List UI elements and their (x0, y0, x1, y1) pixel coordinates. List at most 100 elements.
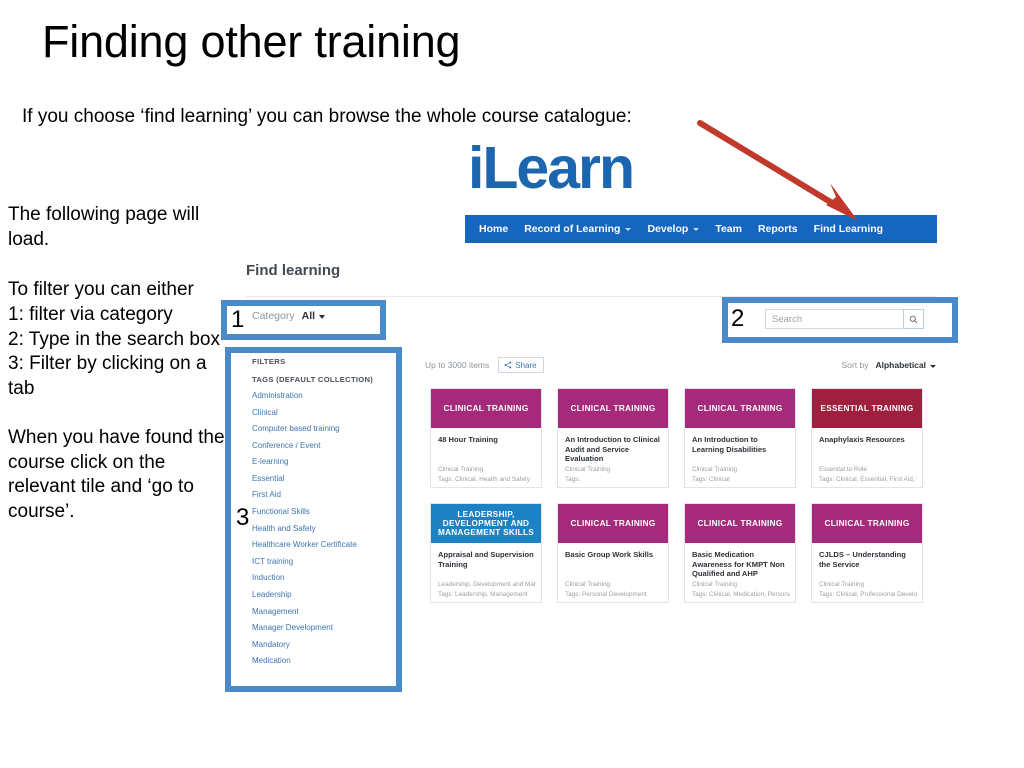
course-card[interactable]: CLINICAL TRAINING An Introduction to Lear… (684, 388, 796, 488)
course-card-tags: Tags: Clinical, Health and Safety (438, 476, 531, 483)
filter-tag[interactable]: Computer based training (252, 424, 397, 433)
course-card[interactable]: CLINICAL TRAINING Basic Group Work Skills… (557, 503, 669, 603)
course-card-banner: CLINICAL TRAINING (685, 389, 795, 428)
course-card-category: ESSENTIAL TRAINING (820, 403, 914, 413)
course-card[interactable]: ESSENTIAL TRAINING Anaphylaxis Resources E… (811, 388, 923, 488)
share-button[interactable]: Share (498, 357, 544, 373)
nav-item-label: Develop (647, 223, 689, 235)
intro-text: If you choose ‘find learning’ you can br… (22, 106, 632, 127)
instruction-line-6: When you have found the course click on … (8, 426, 225, 522)
filter-tag[interactable]: Management (252, 607, 397, 616)
filters-heading: FILTERS (252, 357, 286, 366)
chevron-down-icon (319, 315, 326, 319)
course-card-title: Basic Medication Awareness for KMPT Non … (692, 550, 785, 579)
sort-label: Sort by (841, 360, 869, 370)
nav-item-home[interactable]: Home (479, 223, 508, 235)
filter-tag[interactable]: Functional Skills (252, 507, 397, 516)
results-toolbar: Up to 3000 items Share Sort by Alphabeti… (425, 356, 936, 374)
nav-item-team[interactable]: Team (715, 223, 742, 235)
find-learning-heading: Find learning (246, 262, 341, 279)
course-card-title: 48 Hour Training (438, 435, 498, 444)
course-card-tags: Tags: Clinical, Professional Develop... (819, 591, 917, 598)
instruction-line-2: To filter you can either (8, 279, 194, 301)
ilearn-logo: iLearn (468, 135, 635, 201)
course-card-body: Basic Group Work Skills Clinical Training… (558, 543, 668, 602)
course-card-title: An Introduction to Clinical Audit and Se… (565, 435, 660, 464)
course-card-banner: LEADERSHIP, DEVELOPMENT AND MANAGEMENT S… (431, 504, 541, 543)
course-card-meta: Clinical Training (438, 466, 484, 473)
category-filter[interactable]: Category All (252, 310, 326, 322)
filter-tag[interactable]: Conference / Event (252, 441, 397, 450)
course-card[interactable]: CLINICAL TRAINING CJLDS – Understanding t… (811, 503, 923, 603)
category-value: All (301, 310, 316, 322)
course-card-grid: CLINICAL TRAINING 48 Hour Training Clinica… (430, 388, 940, 603)
callout-number-1: 1 (231, 306, 245, 333)
filter-tag[interactable]: Medication (252, 656, 397, 665)
filter-tag[interactable]: Essential (252, 474, 397, 483)
filter-tag[interactable]: Induction (252, 573, 397, 582)
filters-subheading: TAGS (DEFAULT COLLECTION) (252, 375, 374, 384)
filter-tag[interactable]: Administration (252, 391, 397, 400)
ilearn-navbar: Home Record of Learning Develop Team Rep… (465, 215, 937, 243)
search-input[interactable] (765, 309, 903, 329)
course-card-banner: CLINICAL TRAINING (812, 504, 922, 543)
nav-item-label: Home (479, 223, 509, 235)
course-card-meta: Clinical Training (565, 581, 611, 588)
course-card[interactable]: LEADERSHIP, DEVELOPMENT AND MANAGEMENT S… (430, 503, 542, 603)
course-card-tags: Tags: Clinical (692, 476, 730, 483)
instructions-column: The following page will load. To filter … (8, 203, 230, 525)
search-control (765, 309, 924, 329)
page-title: Finding other training (42, 16, 461, 67)
instruction-line-4: 2: Type in the search box (8, 328, 220, 350)
filter-tag[interactable]: Manager Development (252, 623, 397, 632)
course-card-banner: CLINICAL TRAINING (558, 389, 668, 428)
course-card-banner: CLINICAL TRAINING (431, 389, 541, 428)
course-card-banner: CLINICAL TRAINING (685, 504, 795, 543)
course-card-meta: Leadership, Development and Mana... (438, 581, 536, 588)
sort-control[interactable]: Sort by Alphabetical (842, 360, 936, 370)
course-card[interactable]: CLINICAL TRAINING An Introduction to Clin… (557, 388, 669, 488)
nav-item-label: Team (715, 223, 742, 235)
items-count: Up to 3000 items (425, 360, 490, 370)
chevron-down-icon (693, 227, 700, 231)
nav-item-find-learning[interactable]: Find Learning (814, 223, 883, 235)
filter-tag[interactable]: Mandatory (252, 640, 397, 649)
course-card-tags: Tags: (565, 476, 581, 483)
nav-item-label: Record of Learning (524, 223, 621, 235)
course-card-banner: CLINICAL TRAINING (558, 504, 668, 543)
instruction-line-3: 1: filter via category (8, 304, 173, 326)
course-card-meta: Clinical Training (692, 581, 738, 588)
course-card-body: An Introduction to Clinical Audit and Se… (558, 428, 668, 487)
course-card-title: CJLDS – Understanding the Service (819, 550, 906, 569)
nav-item-develop[interactable]: Develop (647, 223, 700, 235)
filter-tag[interactable]: ICT training (252, 557, 397, 566)
course-card-meta: Essential to Role (819, 466, 867, 473)
course-card-title: Anaphylaxis Resources (819, 435, 905, 444)
course-card[interactable]: CLINICAL TRAINING Basic Medication Awaren… (684, 503, 796, 603)
course-card-body: An Introduction to Learning Disabilities… (685, 428, 795, 487)
nav-item-record-of-learning[interactable]: Record of Learning (524, 223, 632, 235)
instruction-line-5: 3: Filter by clicking on a tab (8, 353, 207, 400)
course-card[interactable]: CLINICAL TRAINING 48 Hour Training Clinica… (430, 388, 542, 488)
filter-tag[interactable]: First Aid (252, 491, 397, 500)
course-card-meta: Clinical Training (565, 466, 611, 473)
nav-item-reports[interactable]: Reports (758, 223, 798, 235)
course-card-category: LEADERSHIP, DEVELOPMENT AND MANAGEMENT S… (437, 509, 535, 538)
callout-number-2: 2 (731, 305, 745, 332)
course-card-category: CLINICAL TRAINING (697, 403, 783, 413)
filter-tag[interactable]: E-learning (252, 457, 397, 466)
nav-item-label: Reports (757, 223, 798, 235)
course-card-title: Basic Group Work Skills (565, 550, 654, 559)
course-card-category: CLINICAL TRAINING (697, 518, 783, 528)
filter-tag[interactable]: Clinical (252, 408, 397, 417)
callout-number-3: 3 (236, 504, 250, 531)
nav-item-label: Find Learning (813, 223, 884, 235)
filter-tag-list: Administration Clinical Computer based tra… (252, 391, 397, 666)
filter-tag[interactable]: Healthcare Worker Certificate (252, 540, 397, 549)
filter-tag[interactable]: Health and Safety (252, 524, 397, 533)
filter-tag[interactable]: Leadership (252, 590, 397, 599)
search-button[interactable] (903, 309, 924, 329)
course-card-body: 48 Hour Training Clinical Training Tags: C… (431, 428, 541, 487)
